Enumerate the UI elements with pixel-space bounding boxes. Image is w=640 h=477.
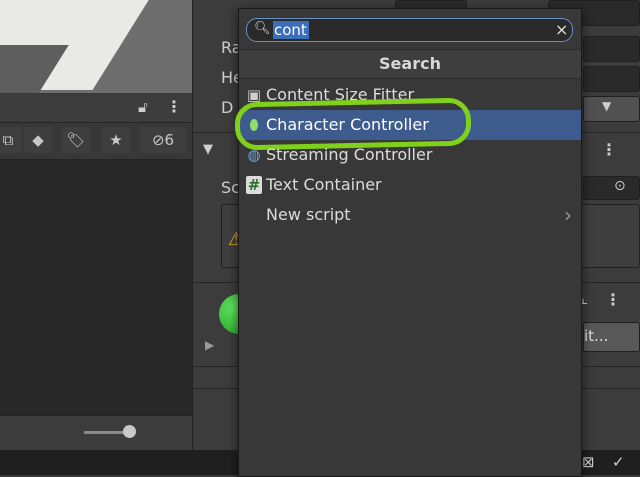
scene-view[interactable]	[0, 0, 192, 93]
inspector-dropdown-d[interactable]: ▼	[583, 96, 640, 122]
add-component-popup: 🔍︎ cont × Search ▣ Content Size Fitter ⬮…	[234, 8, 582, 477]
dropdown-arrow-icon: ▼	[602, 99, 612, 113]
clear-search-icon[interactable]: ×	[555, 19, 568, 41]
lock-icon[interactable]: 🔓︎	[138, 98, 148, 116]
popup-title: Search	[239, 49, 581, 79]
inspector-field-ra[interactable]	[583, 36, 640, 62]
component-menu-icon[interactable]: ⋮	[601, 140, 617, 159]
project-toolbar: ⧉ ◆ 🏷︎ ★ ⊘6	[0, 123, 192, 160]
search-field[interactable]: 🔍︎ cont ×	[246, 18, 573, 42]
material-menu-icon[interactable]: ⋮	[605, 290, 621, 309]
check-circle-icon[interactable]: ✓	[612, 453, 625, 471]
project-footer	[0, 415, 192, 450]
zoom-slider-thumb[interactable]	[123, 425, 136, 438]
tag-filter-icon[interactable]: 🏷︎	[62, 127, 90, 153]
edit-button-label: it...	[584, 327, 609, 345]
result-label: Streaming Controller	[266, 145, 433, 164]
project-panel-header: 🔓︎ ⋮	[0, 94, 192, 123]
search-icon: 🔍︎	[254, 21, 271, 36]
foldout-arrow-icon[interactable]: ▼	[203, 142, 213, 157]
script-hash-icon: #	[246, 176, 262, 194]
result-text-container[interactable]: # Text Container	[239, 170, 581, 200]
favorites-star-icon[interactable]: ★	[102, 127, 130, 153]
result-streaming-controller[interactable]: ◍ Streaming Controller	[239, 140, 581, 170]
debug-icon[interactable]: ⊠	[582, 453, 595, 471]
result-new-script[interactable]: New script ›	[239, 200, 581, 230]
hidden-count: 6	[164, 131, 175, 149]
result-character-controller[interactable]: ⬮ Character Controller	[234, 97, 581, 151]
shapes-filter-icon[interactable]: ◆	[24, 127, 52, 153]
eye-slash-icon: ⊘	[151, 131, 165, 149]
script-object-field[interactable]: ⊙	[583, 176, 640, 200]
result-label: Text Container	[266, 175, 382, 194]
result-label: New script	[266, 205, 351, 224]
inspector-label-d: D	[221, 98, 234, 117]
search-input[interactable]: cont	[274, 20, 307, 40]
hidden-packages-toggle[interactable]: ⊘6	[140, 127, 186, 153]
edit-button[interactable]: it...	[583, 322, 640, 352]
streaming-controller-icon: ◍	[247, 146, 261, 164]
kebab-menu-icon[interactable]: ⋮	[166, 97, 182, 116]
submenu-arrow-icon: ›	[564, 203, 572, 227]
object-picker-icon[interactable]: ⊙	[614, 178, 626, 194]
inspector-field-he[interactable]	[583, 66, 640, 92]
preview-foldout-icon[interactable]: ▶	[205, 338, 214, 352]
open-scene-icon[interactable]: ⧉	[0, 127, 22, 153]
